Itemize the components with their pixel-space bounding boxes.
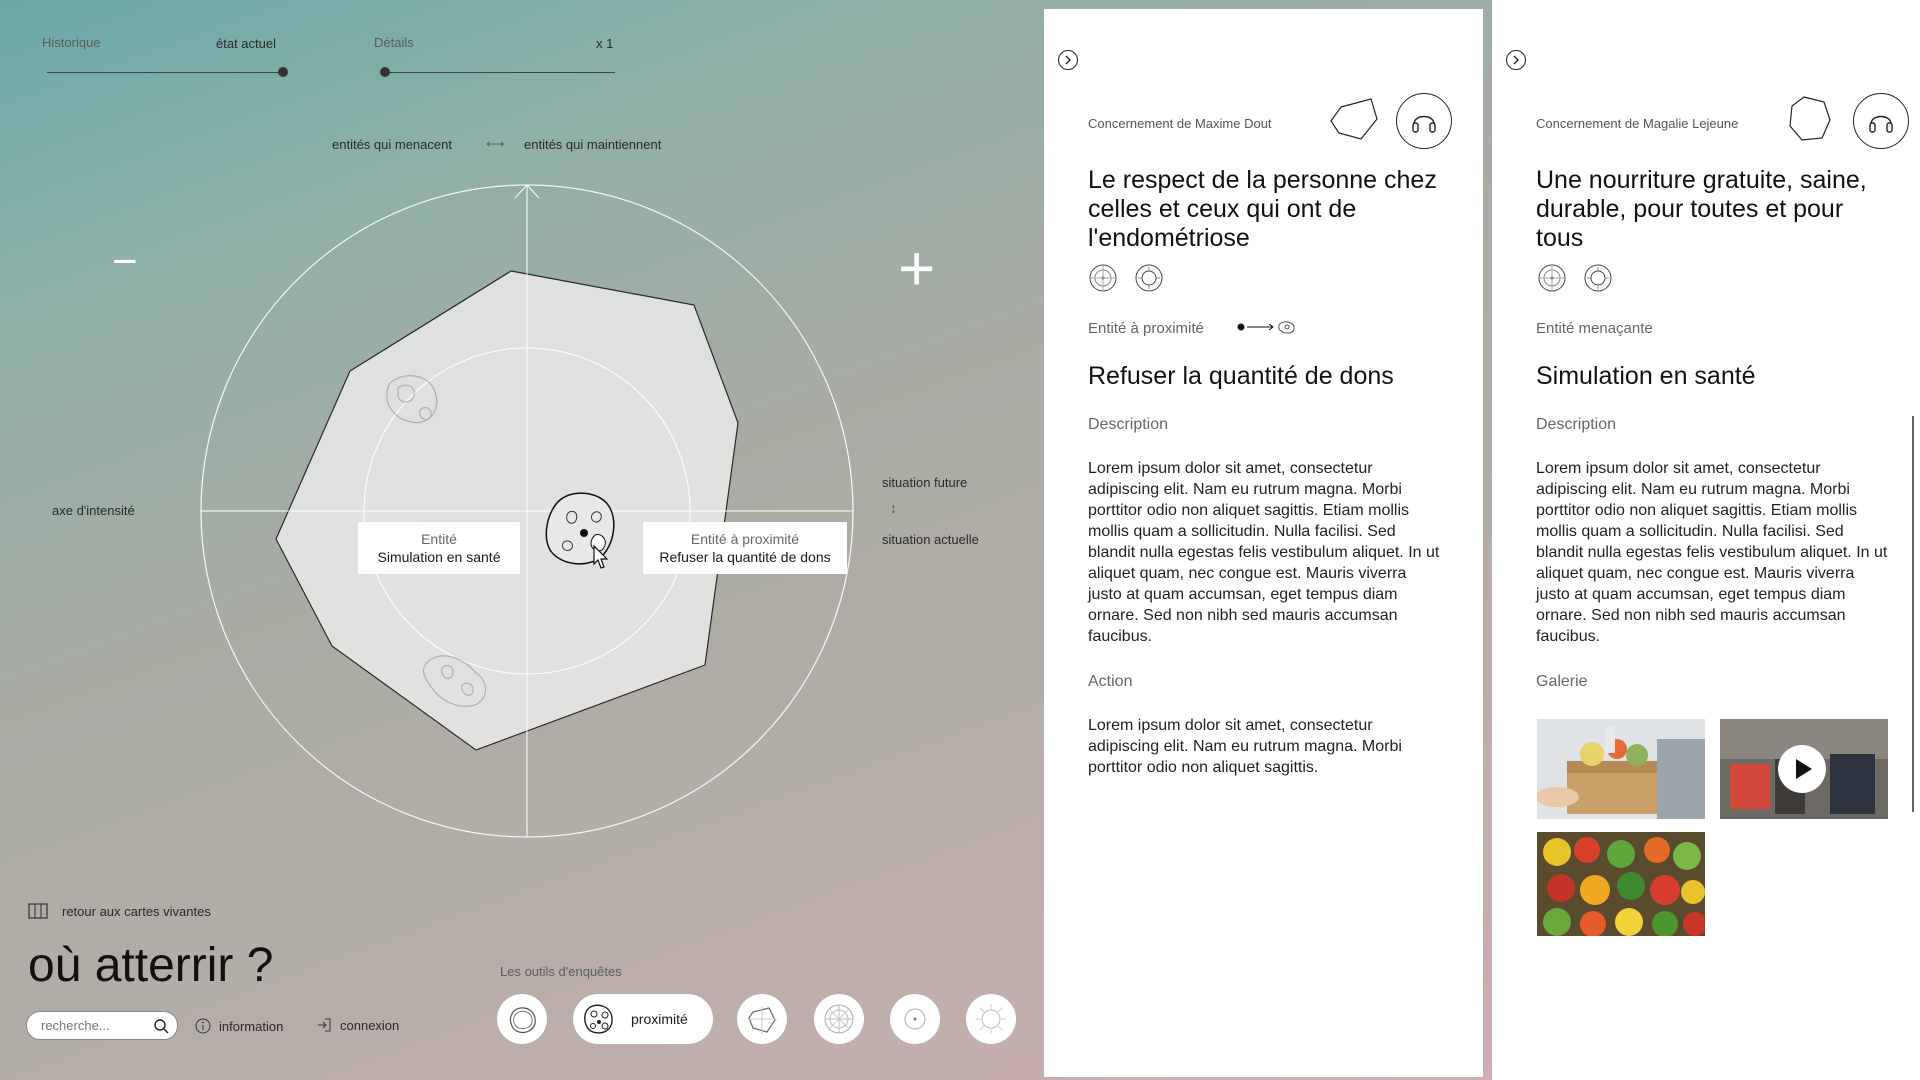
panel2-concern-owner: Concernement de Magalie Lejeune	[1536, 116, 1739, 131]
zoom-in-button[interactable]: +	[898, 236, 935, 300]
tools-label: Les outils d'enquêtes	[500, 964, 622, 979]
concern-map[interactable]	[190, 170, 870, 850]
tool-point-button[interactable]	[890, 994, 940, 1044]
etat-actuel-label: état actuel	[216, 36, 276, 51]
axis-arrow-icon: ⟷	[486, 136, 505, 151]
retour-label: retour aux cartes vivantes	[62, 903, 211, 919]
situation-future-label: situation future	[882, 475, 968, 490]
panel2-audio-button[interactable]	[1853, 93, 1909, 149]
panel1-concern-owner: Concernement de Maxime Dout	[1088, 116, 1272, 131]
panel2-concern-shape-icon	[1789, 96, 1831, 141]
retour-link[interactable]: retour aux cartes vivantes	[28, 903, 211, 919]
radial-tag-icon[interactable]	[1537, 263, 1567, 293]
panel2-description: Lorem ipsum dolor sit amet, consectetur …	[1536, 460, 1888, 645]
panel2-tag-icons	[1537, 263, 1613, 293]
chevron-right-icon	[1513, 55, 1519, 65]
menacent-label: entités qui menacent	[332, 137, 452, 152]
panel1-entity-name: Refuser la quantité de dons	[1088, 362, 1394, 390]
panel1-action-label: Action	[1088, 673, 1133, 690]
radial-icon	[824, 1004, 854, 1034]
sun-tag-icon[interactable]	[1583, 263, 1613, 293]
search-box[interactable]	[26, 1011, 178, 1040]
chevron-right-icon	[1065, 55, 1071, 65]
panel2-collapse-button[interactable]	[1506, 50, 1526, 70]
zoom-value: x 1	[596, 36, 614, 51]
details-label: Détails	[374, 35, 414, 50]
tool-sun-button[interactable]	[966, 994, 1016, 1044]
proximity-relation-icon	[1237, 321, 1295, 334]
gallery-video-thumbnail[interactable]	[1720, 719, 1888, 819]
panel2-entity-type: Entité menaçante	[1536, 320, 1653, 337]
panel1-description: Lorem ipsum dolor sit amet, consectetur …	[1088, 460, 1440, 645]
panel1-entity-type: Entité à proximité	[1088, 320, 1204, 337]
proximity-tooltip: Entité à proximité Refuser la quantité d…	[643, 522, 847, 574]
entity-tooltip-label: Entité	[421, 531, 457, 547]
panel2-title: Une nourriture gratuite, saine, durable,…	[1536, 166, 1867, 252]
maintiennent-label: entités qui maintiennent	[524, 137, 662, 152]
page-title: où atterrir ?	[28, 939, 274, 992]
situation-actuelle-label: situation actuelle	[882, 532, 979, 547]
info-icon	[195, 1018, 211, 1034]
panel1-tag-icons	[1088, 263, 1164, 293]
proximity-icon	[584, 1004, 613, 1034]
polygon-icon	[747, 1006, 777, 1034]
panel1-title: Le respect de la personne chez celles et…	[1088, 166, 1437, 252]
panel1-action: Lorem ipsum dolor sit amet, consectetur …	[1088, 717, 1402, 776]
gallery-image-food-box[interactable]	[1537, 719, 1705, 819]
historique-slider-knob[interactable]	[278, 67, 288, 77]
tool-shape-button[interactable]	[737, 994, 787, 1044]
login-icon	[318, 1018, 331, 1032]
entity-tooltip-value: Simulation en santé	[377, 549, 501, 565]
panel2-entity-name: Simulation en santé	[1536, 362, 1756, 390]
panel1-audio-button[interactable]	[1396, 93, 1452, 149]
information-link[interactable]: information	[195, 1018, 283, 1034]
map-icon	[28, 903, 48, 919]
sun-icon	[976, 1004, 1006, 1034]
details-slider-knob[interactable]	[380, 67, 390, 77]
point-icon	[904, 1008, 926, 1030]
sun-tag-icon[interactable]	[1134, 263, 1164, 293]
panel2-description-label: Description	[1536, 416, 1617, 433]
headphones-icon	[1412, 115, 1436, 133]
intensite-label: axe d'intensité	[52, 503, 135, 518]
tool-concern-button[interactable]	[497, 994, 547, 1044]
concern-shape-icon	[509, 1007, 536, 1034]
headphones-icon	[1869, 115, 1893, 133]
panel1-description-label: Description	[1088, 416, 1169, 433]
panel1-collapse-button[interactable]	[1058, 50, 1078, 70]
tool-radial-button[interactable]	[814, 994, 864, 1044]
connexion-link[interactable]: connexion	[316, 1017, 399, 1033]
panel2-gallery-label: Galerie	[1536, 673, 1588, 690]
panel1-concern-shape-icon	[1330, 98, 1378, 140]
search-input[interactable]	[39, 1017, 153, 1034]
radial-tag-icon[interactable]	[1088, 263, 1118, 293]
information-label: information	[219, 1018, 284, 1034]
connexion-label: connexion	[340, 1017, 400, 1033]
historique-label: Historique	[42, 35, 101, 50]
gallery-image-vegetables[interactable]	[1537, 832, 1705, 936]
panel2-scrollbar[interactable]	[1912, 416, 1914, 812]
entity-tooltip: Entité Simulation en santé	[358, 522, 520, 574]
historique-slider[interactable]	[47, 72, 284, 73]
details-slider[interactable]	[383, 72, 615, 73]
active-entity-icon	[545, 492, 615, 569]
tool-proximite-button[interactable]: proximité	[573, 994, 713, 1044]
proximite-label: proximité	[631, 1011, 688, 1027]
proximity-tooltip-value: Refuser la quantité de dons	[659, 549, 831, 565]
vertical-arrow-icon: ↕	[890, 500, 897, 516]
search-icon[interactable]	[153, 1018, 169, 1034]
proximity-tooltip-label: Entité à proximité	[690, 531, 800, 547]
zoom-out-button[interactable]: −	[112, 240, 138, 284]
